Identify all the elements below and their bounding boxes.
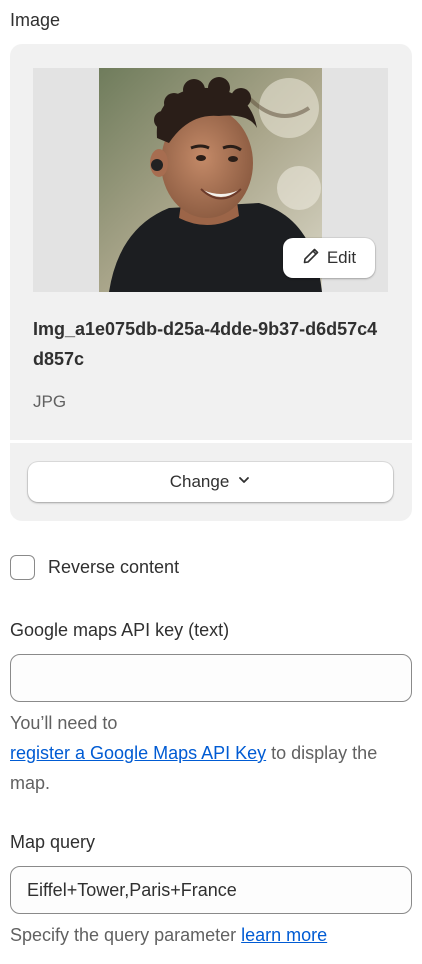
api-key-label: Google maps API key (text) bbox=[10, 620, 230, 640]
map-query-label: Map query bbox=[10, 832, 96, 852]
image-preview-area: Edit bbox=[33, 68, 388, 292]
change-button-label: Change bbox=[169, 472, 230, 491]
chevron-down-icon bbox=[237, 472, 251, 492]
api-key-help: You’ll need to register a Google Maps AP… bbox=[10, 708, 410, 798]
image-card: Edit Img_a1e075db-d25a-4dde-9b37-d6d57c4… bbox=[10, 44, 412, 521]
api-key-help-prefix: You’ll need to bbox=[10, 713, 118, 733]
reverse-content-label: Reverse content bbox=[48, 556, 180, 577]
image-file-name: Img_a1e075db-d25a-4dde-9b37-d6d57c4d857c bbox=[33, 319, 378, 369]
pencil-icon bbox=[302, 247, 320, 270]
reverse-content-checkbox[interactable] bbox=[10, 554, 35, 580]
image-file-type: JPG bbox=[33, 392, 67, 411]
map-query-input[interactable] bbox=[10, 866, 412, 914]
map-query-help: Specify the query parameter learn more bbox=[10, 920, 410, 950]
change-image-button[interactable]: Change bbox=[28, 462, 393, 502]
map-query-help-prefix: Specify the query parameter bbox=[10, 925, 242, 945]
register-api-key-link[interactable]: register a Google Maps API Key bbox=[10, 743, 266, 763]
edit-button-label: Edit bbox=[326, 248, 357, 267]
api-key-input[interactable] bbox=[10, 654, 412, 702]
learn-more-link[interactable]: learn more bbox=[241, 925, 327, 945]
reverse-content-row[interactable]: Reverse content bbox=[10, 554, 179, 580]
image-section-label: Image bbox=[10, 10, 61, 30]
edit-image-button[interactable]: Edit bbox=[283, 238, 375, 278]
card-divider bbox=[10, 440, 412, 443]
